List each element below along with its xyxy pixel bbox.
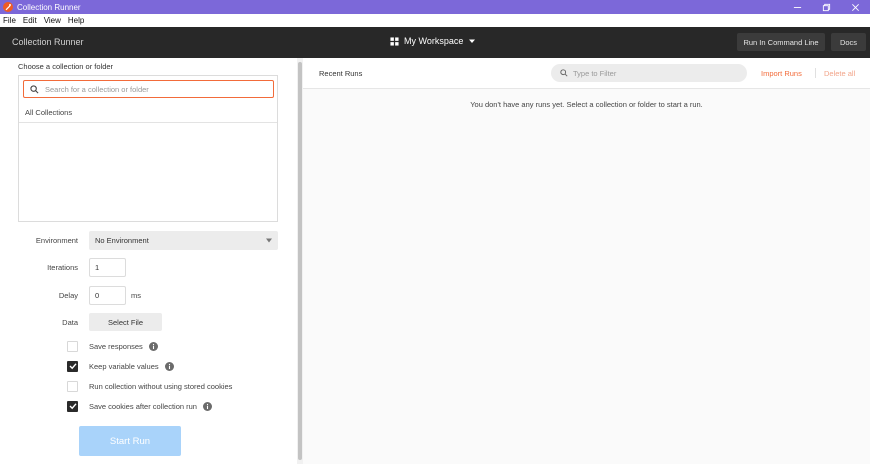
run-without-cookies-checkbox[interactable]	[67, 380, 78, 392]
menu-view[interactable]: View	[44, 16, 61, 25]
option-label: Save cookies after collection run	[89, 401, 197, 411]
title-bar: Collection Runner	[0, 0, 870, 14]
caret-down-icon	[266, 238, 272, 243]
menu-bar: File Edit View Help	[0, 14, 870, 27]
select-file-button[interactable]: Select File	[89, 313, 162, 331]
search-icon	[30, 84, 39, 93]
iterations-label: Iterations	[47, 263, 78, 272]
delay-input[interactable]: 0	[89, 286, 126, 305]
choose-collection-label: Choose a collection or folder	[18, 62, 114, 71]
start-run-button[interactable]: Start Run	[79, 426, 181, 456]
option-run-without-cookies: Run collection without using stored cook…	[67, 380, 232, 392]
save-responses-checkbox[interactable]	[67, 340, 78, 352]
collection-search-input[interactable]	[45, 84, 265, 94]
grid-icon	[390, 36, 399, 46]
collection-picker: All Collections	[18, 75, 278, 222]
import-runs-link[interactable]: Import Runs	[761, 69, 802, 78]
close-button[interactable]	[841, 0, 870, 14]
all-collections-item[interactable]: All Collections	[19, 102, 277, 123]
environment-row: Environment No Environment	[0, 231, 297, 250]
window-controls	[783, 0, 870, 14]
empty-state-message: You don't have any runs yet. Select a co…	[470, 100, 703, 109]
filter-search[interactable]	[551, 64, 747, 82]
environment-label: Environment	[35, 236, 78, 245]
option-save-cookies: Save cookies after collection run	[67, 400, 212, 412]
data-row: Data Select File	[0, 313, 297, 332]
scrollbar-thumb[interactable]	[298, 62, 302, 460]
option-label: Run collection without using stored cook…	[89, 381, 233, 391]
checkmark-icon	[69, 403, 77, 410]
caret-down-icon	[469, 39, 476, 43]
environment-value: No Environment	[95, 236, 149, 245]
info-icon[interactable]	[202, 401, 212, 411]
option-label: Keep variable values	[89, 361, 159, 371]
recent-runs-header: Recent Runs Import Runs Delete all	[303, 58, 870, 89]
info-icon[interactable]	[164, 361, 174, 371]
option-label: Save responses	[89, 341, 143, 351]
menu-file[interactable]: File	[3, 16, 16, 25]
option-keep-variable-values: Keep variable values	[67, 360, 174, 372]
workspace-switcher[interactable]: My Workspace	[390, 36, 480, 46]
recent-runs-panel: Recent Runs Import Runs Delete all You d…	[303, 58, 870, 464]
runner-config-panel: Choose a collection or folder All Collec…	[0, 58, 297, 464]
info-icon[interactable]	[148, 341, 158, 351]
data-label: Data	[62, 318, 78, 327]
search-icon	[560, 69, 568, 77]
menu-edit[interactable]: Edit	[23, 16, 37, 25]
delay-row: Delay 0 ms	[0, 286, 297, 305]
window-title: Collection Runner	[17, 2, 81, 12]
minimize-icon	[793, 6, 802, 8]
minimize-button[interactable]	[783, 0, 812, 14]
iterations-row: Iterations 1	[0, 258, 297, 277]
workspace-name: My Workspace	[404, 36, 464, 46]
divider	[815, 68, 816, 78]
recent-runs-title: Recent Runs	[319, 69, 363, 78]
delay-label: Delay	[58, 291, 78, 300]
option-save-responses: Save responses	[67, 340, 158, 352]
run-in-command-line-button[interactable]: Run In Command Line	[737, 33, 825, 51]
collection-search[interactable]	[23, 80, 274, 98]
menu-help[interactable]: Help	[68, 16, 84, 25]
app-header: Collection Runner My Workspace Run In Co…	[0, 27, 870, 58]
restore-icon	[822, 3, 831, 11]
restore-button[interactable]	[812, 0, 841, 14]
postman-logo-icon	[3, 2, 13, 12]
keep-variable-values-checkbox[interactable]	[67, 360, 78, 372]
close-icon	[852, 3, 859, 11]
save-cookies-checkbox[interactable]	[67, 400, 78, 412]
checkmark-icon	[69, 363, 77, 370]
delay-unit: ms	[131, 291, 141, 300]
iterations-input[interactable]: 1	[89, 258, 126, 277]
filter-input[interactable]	[573, 68, 733, 78]
page-title: Collection Runner	[12, 37, 84, 47]
docs-button[interactable]: Docs	[831, 33, 866, 51]
environment-select[interactable]: No Environment	[89, 231, 278, 250]
delete-all-link[interactable]: Delete all	[824, 69, 855, 78]
